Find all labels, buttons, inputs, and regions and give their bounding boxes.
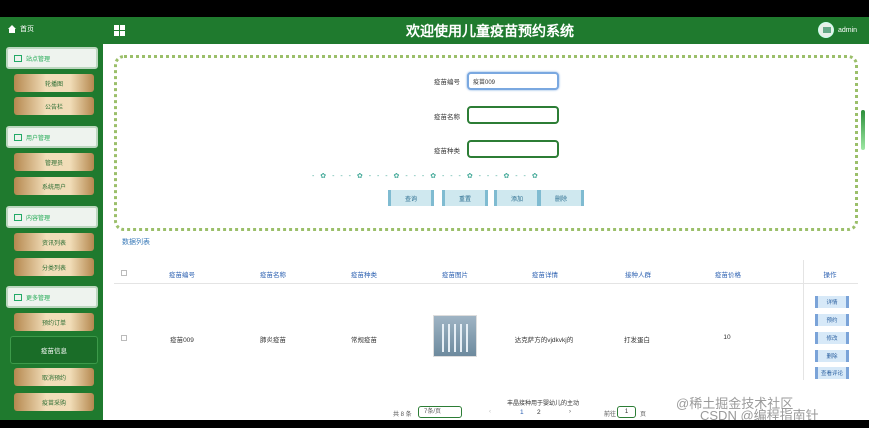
reserve-button[interactable]: 预约 (815, 314, 849, 326)
scrollbar[interactable] (861, 110, 865, 150)
cell-name: 肺炎疫苗 (260, 337, 286, 344)
sidebar-group-content[interactable]: 内容管理 (6, 206, 98, 228)
sidebar-item-purchase[interactable]: 疫苗采购 (14, 393, 94, 411)
column-header: 接种人群 (625, 272, 651, 279)
sidebar-item-carousel[interactable]: 轮播图 (14, 74, 94, 92)
reset-button[interactable]: 重置 (442, 190, 488, 206)
delete-button[interactable]: 删除 (538, 190, 584, 206)
view-comments-button[interactable]: 查看评论 (815, 367, 849, 379)
column-header: 疫苗种类 (351, 272, 377, 279)
sidebar-item-cancel[interactable]: 取消预约 (14, 368, 94, 386)
more-icon (14, 293, 22, 301)
home-label: 首页 (20, 26, 34, 33)
prev-page-icon[interactable]: ‹ (489, 409, 491, 415)
home-icon (8, 25, 16, 33)
vaccine-kind-input[interactable] (467, 140, 559, 158)
column-header: 疫苗详情 (532, 272, 558, 279)
page-number[interactable]: 2 (537, 409, 541, 416)
sidebar-item-orders[interactable]: 预约订单 (14, 313, 94, 331)
top-black-strip (0, 0, 869, 17)
page-title: 欢迎使用儿童疫苗预约系统 (406, 23, 574, 39)
cell-group: 打发蛋白 (624, 337, 650, 344)
sidebar-item-vaccine-info[interactable]: 疫苗信息 (10, 336, 98, 364)
sidebar-group-label: 内容管理 (26, 215, 51, 222)
field-label-code: 疫苗编号 (434, 79, 460, 86)
column-header: 疫苗名称 (260, 272, 286, 279)
column-header: 疫苗图片 (442, 272, 468, 279)
edit-button[interactable]: 修改 (815, 332, 849, 344)
next-page-icon[interactable]: › (569, 409, 571, 415)
sidebar-group-site[interactable]: 站点管理 (6, 47, 98, 69)
user-icon (14, 133, 22, 141)
total-count: 共 8 条 (393, 412, 412, 418)
page-unit: 页 (640, 412, 647, 418)
cell-code: 疫苗009 (170, 337, 194, 344)
sidebar-group-users[interactable]: 用户管理 (6, 126, 98, 148)
cell-detail: 达克萨方的vjdkvkj的 (514, 337, 574, 344)
cell-kind: 常规疫苗 (351, 337, 377, 344)
row-checkbox[interactable] (121, 335, 127, 341)
sidebar-item-news[interactable]: 资讯列表 (14, 233, 94, 251)
field-label-kind: 疫苗种类 (434, 148, 460, 155)
sidebar-group-label: 用户管理 (26, 135, 51, 142)
page-number-active[interactable]: 1 (520, 409, 524, 416)
sidebar-item-notice[interactable]: 公告栏 (14, 97, 94, 115)
sidebar-item-admin[interactable]: 管理员 (14, 153, 94, 171)
vaccine-code-input[interactable] (467, 72, 559, 90)
search-button[interactable]: 查询 (388, 190, 434, 206)
sidebar-group-more[interactable]: 更多管理 (6, 286, 98, 308)
username[interactable]: admin (838, 27, 857, 34)
column-header: 疫苗编号 (169, 272, 195, 279)
column-header: 疫苗价格 (715, 272, 741, 279)
sidebar-group-label: 更多管理 (26, 295, 51, 302)
row-summary-text: 丰晶接种用于婴幼儿的主动 (507, 401, 580, 407)
data-list-title: 数据列表 (122, 239, 150, 246)
top-header: 首页 欢迎使用儿童疫苗预约系统 admin (0, 17, 869, 44)
avatar[interactable] (818, 22, 834, 38)
goto-label: 前往 (604, 412, 617, 418)
page-size-select[interactable]: 7条/页 (418, 406, 462, 418)
home-link[interactable]: 首页 (8, 24, 34, 34)
select-all-checkbox[interactable] (121, 270, 127, 276)
sidebar-item-system-users[interactable]: 系统用户 (14, 177, 94, 195)
row-delete-button[interactable]: 删除 (815, 350, 849, 362)
detail-button[interactable]: 详情 (815, 296, 849, 308)
vaccine-image[interactable] (433, 315, 477, 357)
bottom-black-strip (0, 420, 869, 428)
goto-page-input[interactable]: 1 (617, 406, 636, 418)
add-button[interactable]: 添加 (494, 190, 540, 206)
cell-price: 10 (723, 334, 731, 341)
monitor-icon (14, 54, 22, 62)
menu-toggle-icon[interactable] (114, 25, 125, 36)
sidebar-item-categories[interactable]: 分类列表 (14, 258, 94, 276)
vaccine-name-input[interactable] (467, 106, 559, 124)
decoration-row: - ✿ - - - ✿ - - - ✿ - - - ✿ - - - ✿ - - … (312, 173, 540, 180)
field-label-name: 疫苗名称 (434, 114, 460, 121)
content-icon (14, 213, 22, 221)
sidebar-group-label: 站点管理 (26, 56, 51, 63)
